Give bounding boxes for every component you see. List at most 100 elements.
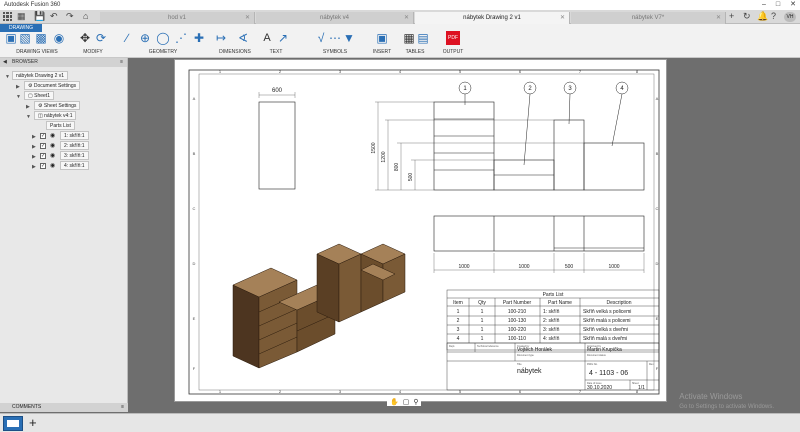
add-tab-icon[interactable]: + — [729, 11, 734, 21]
pdf-export-icon[interactable]: PDF — [446, 31, 460, 45]
close-tab-icon[interactable]: ✕ — [404, 12, 409, 24]
section-view-icon[interactable]: ▩ — [34, 31, 48, 45]
minimize-icon[interactable]: – — [762, 0, 766, 10]
browser-document-settings[interactable]: ⚙ Document Settings — [24, 81, 81, 90]
eye-icon[interactable]: ◉ — [50, 132, 55, 139]
browser-model[interactable]: ◫ nábytek v4:1 — [34, 111, 77, 120]
sheet-thumbnail[interactable] — [3, 416, 23, 431]
group-insert[interactable]: ▣ INSERT — [370, 26, 394, 56]
zoom-window-icon[interactable]: ▢ — [403, 398, 410, 406]
visibility-checkbox[interactable]: ✓ — [40, 143, 46, 149]
panel-close-icon[interactable]: ≡ — [120, 58, 123, 67]
surface-texture-icon[interactable]: √ — [314, 31, 328, 45]
add-sheet-icon[interactable]: + — [29, 415, 37, 431]
tab-nabytek-v4[interactable]: nábytek v4 ✕ — [256, 12, 414, 24]
avatar[interactable]: VH — [784, 12, 796, 22]
browser-header[interactable]: ◀ BROWSER ≡ — [0, 58, 127, 67]
expand-icon[interactable]: ▶ — [32, 144, 36, 150]
text-icon[interactable]: A — [260, 31, 274, 45]
browser-part-3[interactable]: 3: skříň:1 — [60, 151, 89, 160]
expand-icon[interactable]: ▼ — [5, 74, 10, 80]
front-view[interactable] — [433, 101, 645, 191]
leader-icon[interactable]: ↗ — [276, 31, 290, 45]
isometric-view[interactable] — [232, 243, 406, 369]
browser-part-4[interactable]: 4: skříň:1 — [60, 161, 89, 170]
dim-width-4[interactable]: 1000 — [608, 264, 619, 270]
insert-image-icon[interactable]: ▣ — [375, 31, 389, 45]
close-tab-icon[interactable]: ✕ — [245, 12, 250, 24]
dim-1200[interactable]: 1200 — [381, 151, 387, 162]
top-view[interactable] — [433, 215, 645, 252]
dim-800[interactable]: 800 — [394, 163, 400, 172]
rotate-icon[interactable]: ⟳ — [94, 31, 108, 45]
pattern-icon[interactable]: ⋰ — [174, 31, 188, 45]
browser-sheet[interactable]: ▢ Sheet1 — [24, 91, 54, 100]
dimension-icon[interactable]: ↦ — [214, 31, 228, 45]
browser-part-2[interactable]: 2: skříň:1 — [60, 141, 89, 150]
visibility-checkbox[interactable]: ✓ — [40, 153, 46, 159]
close-tab-icon[interactable]: ✕ — [716, 12, 721, 24]
browser-root[interactable]: nábytek Drawing 2 v1 — [12, 71, 69, 80]
pan-icon[interactable]: ✋ — [390, 398, 399, 406]
eye-icon[interactable]: ◉ — [50, 152, 55, 159]
table-icon[interactable]: ▦ — [402, 31, 416, 45]
eye-icon[interactable]: ◉ — [50, 142, 55, 149]
projected-view-icon[interactable]: ▧ — [18, 31, 32, 45]
browser-sheet-settings[interactable]: ⚙ Sheet Settings — [34, 101, 81, 110]
visibility-checkbox[interactable]: ✓ — [40, 163, 46, 169]
ordinate-icon[interactable]: ∢ — [236, 31, 250, 45]
zoom-icon[interactable]: ⚲ — [413, 398, 418, 406]
maximize-icon[interactable]: □ — [776, 0, 780, 10]
help-icon[interactable]: ? — [771, 11, 776, 21]
move-icon[interactable]: ✥ — [78, 31, 92, 45]
expand-icon[interactable]: ▶ — [32, 154, 36, 160]
browser-part-1[interactable]: 1: skříň:1 — [60, 131, 89, 140]
group-drawing-views[interactable]: ▣ ▧ ▩ ◉ DRAWING VIEWS — [2, 26, 72, 56]
detail-view-icon[interactable]: ◉ — [52, 31, 66, 45]
weld-icon[interactable]: ⋯ — [328, 31, 342, 45]
close-icon[interactable]: ✕ — [790, 0, 796, 10]
tab-hod[interactable]: hod v1 ✕ — [100, 12, 255, 24]
expand-icon[interactable]: ▶ — [32, 134, 36, 140]
notifications-icon[interactable]: 🔔 — [757, 11, 768, 22]
file-icon[interactable]: ▦ — [17, 11, 26, 22]
group-output[interactable]: PDF OUTPUT — [440, 26, 466, 56]
comments-toggle-icon[interactable]: ≡ — [121, 403, 124, 412]
dim-500[interactable]: 500 — [408, 173, 414, 182]
expand-icon[interactable]: ▼ — [26, 114, 31, 120]
expand-icon[interactable]: ▶ — [32, 164, 36, 170]
home-icon[interactable]: ⌂ — [83, 11, 88, 21]
drawing-sheet[interactable]: 1 2 3 4 5 6 7 8 1 2 3 4 5 6 7 8 A B C D … — [174, 59, 667, 406]
dim-width-2[interactable]: 1000 — [518, 264, 529, 270]
edge-icon[interactable]: ✚ — [192, 31, 206, 45]
dim-1500[interactable]: 1500 — [371, 142, 377, 153]
redo-icon[interactable]: ↷ — [66, 11, 74, 22]
datum-icon[interactable]: ▼ — [342, 31, 356, 45]
dim-width-3[interactable]: 500 — [565, 264, 574, 270]
group-symbols[interactable]: √ ⋯ ▼ SYMBOLS — [312, 26, 358, 56]
comments-panel[interactable]: COMMENTS ≡ — [0, 403, 128, 412]
expand-icon[interactable]: ▼ — [16, 94, 21, 100]
bom-icon[interactable]: ▤ — [416, 31, 430, 45]
tab-nabytek-v7[interactable]: nábytek V7* ✕ — [571, 12, 726, 24]
center-mark-icon[interactable]: ⊕ — [138, 31, 152, 45]
side-view[interactable] — [258, 92, 296, 190]
browser-parts-list[interactable]: Parts List — [46, 121, 75, 130]
group-dimensions[interactable]: ↦ ∢ DIMENSIONS — [212, 26, 258, 56]
group-tables[interactable]: ▦ ▤ TABLES — [400, 26, 430, 56]
group-geometry[interactable]: ∕ ⊕ ◯ ⋰ ✚ GEOMETRY — [118, 26, 208, 56]
dim-600[interactable]: 600 — [272, 88, 283, 94]
expand-icon[interactable]: ▶ — [26, 104, 30, 110]
save-icon[interactable]: 💾 — [34, 11, 45, 22]
visibility-checkbox[interactable]: ✓ — [40, 133, 46, 139]
group-text[interactable]: A ↗ TEXT — [258, 26, 294, 56]
circle-icon[interactable]: ◯ — [156, 31, 170, 45]
refresh-icon[interactable]: ↻ — [743, 11, 751, 22]
tab-nabytek-drawing[interactable]: nábytek Drawing 2 v1 ✕ — [415, 12, 570, 24]
close-tab-icon[interactable]: ✕ — [560, 12, 565, 24]
expand-icon[interactable]: ▶ — [16, 84, 20, 90]
dim-width-1[interactable]: 1000 — [458, 264, 469, 270]
apps-grid-icon[interactable] — [3, 12, 12, 21]
centerline-icon[interactable]: ∕ — [120, 31, 134, 45]
group-modify[interactable]: ✥ ⟳ MODIFY — [76, 26, 110, 56]
